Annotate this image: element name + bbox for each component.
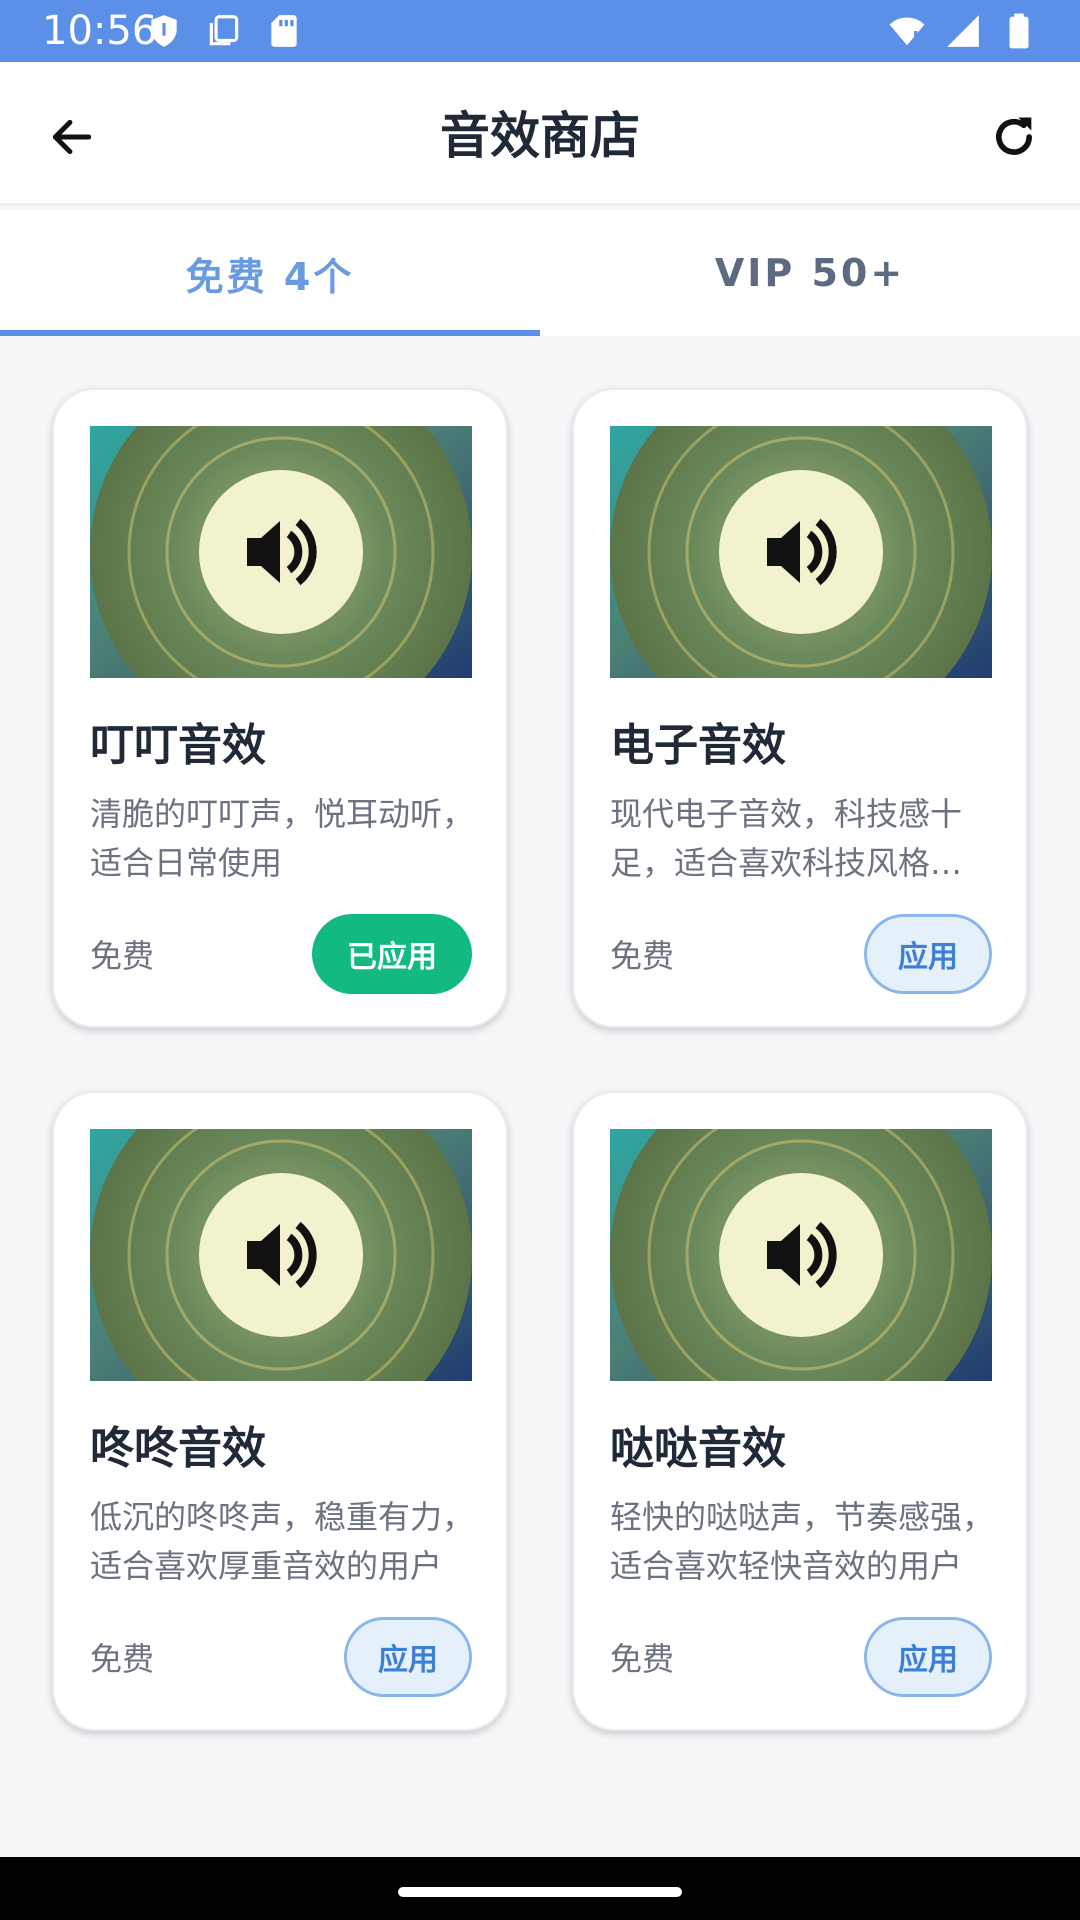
tab-vip[interactable]: VIP 50+ <box>540 210 1080 336</box>
card-title: 咚咚音效 <box>90 1423 266 1474</box>
shield-icon <box>151 15 177 47</box>
sound-thumbnail <box>90 1129 472 1381</box>
status-bar: 10:56 <box>0 0 1080 62</box>
copy-icon <box>209 15 239 46</box>
tab-free[interactable]: 免费 4个 <box>0 210 540 336</box>
speaker-icon <box>90 1129 472 1381</box>
navigation-bar <box>0 1857 1080 1920</box>
apply-button[interactable]: 应用 <box>864 1617 992 1697</box>
card-title: 电子音效 <box>610 720 786 771</box>
card-price: 免费 <box>610 1640 675 1678</box>
card-price: 免费 <box>90 1640 155 1678</box>
card-description: 现代电子音效，科技感十足，适合喜欢科技风格的用户 <box>610 795 994 882</box>
sound-thumbnail <box>610 1129 992 1381</box>
page-title: 音效商店 <box>440 107 640 165</box>
status-time: 10:56 <box>42 8 158 54</box>
sound-card[interactable]: 咚咚音效 低沉的咚咚声，稳重有力，适合喜欢厚重音效的用户 免费 应用 <box>52 1091 508 1731</box>
refresh-button[interactable] <box>984 107 1044 167</box>
sound-thumbnail <box>90 426 472 678</box>
battery-icon <box>1009 13 1029 49</box>
applied-button[interactable]: 已应用 <box>312 914 472 994</box>
card-description: 清脆的叮叮声，悦耳动听，适合日常使用 <box>90 795 474 882</box>
status-left-icons <box>145 12 303 50</box>
card-description: 轻快的哒哒声，节奏感强，适合喜欢轻快音效的用户 <box>610 1498 994 1585</box>
card-description: 低沉的咚咚声，稳重有力，适合喜欢厚重音效的用户 <box>90 1498 474 1585</box>
apply-button[interactable]: 应用 <box>864 914 992 994</box>
signal-icon <box>947 15 979 47</box>
tab-bar: 免费 4个 VIP 50+ <box>0 210 1080 336</box>
status-right-icons <box>888 12 1038 50</box>
sound-effect-store-screen: 10:56 音效商店 免费 4个 VIP 50+ 叮叮音效 清脆的叮叮声，悦耳动… <box>0 0 1080 1920</box>
refresh-icon <box>996 117 1032 155</box>
speaker-icon <box>90 426 472 678</box>
speaker-icon <box>610 1129 992 1381</box>
sound-thumbnail <box>610 426 992 678</box>
wifi-icon <box>889 17 925 46</box>
card-title: 叮叮音效 <box>90 720 266 771</box>
speaker-icon <box>610 426 992 678</box>
sound-card[interactable]: 叮叮音效 清脆的叮叮声，悦耳动听，适合日常使用 免费 已应用 <box>52 388 508 1028</box>
apply-button[interactable]: 应用 <box>344 1617 472 1697</box>
app-bar: 音效商店 <box>0 62 1080 206</box>
card-price: 免费 <box>90 937 155 975</box>
sd-card-icon <box>271 15 297 47</box>
home-indicator[interactable] <box>398 1887 682 1897</box>
card-price: 免费 <box>610 937 675 975</box>
sound-card[interactable]: 哒哒音效 轻快的哒哒声，节奏感强，适合喜欢轻快音效的用户 免费 应用 <box>572 1091 1028 1731</box>
card-title: 哒哒音效 <box>610 1423 786 1474</box>
sound-card[interactable]: 电子音效 现代电子音效，科技感十足，适合喜欢科技风格的用户 免费 应用 <box>572 388 1028 1028</box>
